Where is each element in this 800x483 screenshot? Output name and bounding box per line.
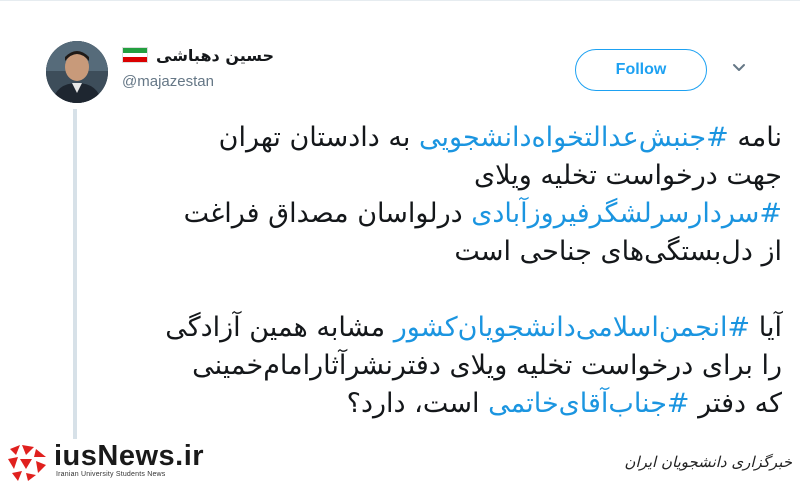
tweet-line: را برای درخواست تخلیه ویلای دفترنشرآثارا… (192, 350, 782, 381)
chevron-down-icon[interactable] (732, 61, 746, 75)
brand-persian-signature: خبرگزاری دانشجویان ایران (624, 453, 792, 471)
author-name[interactable]: حسین دهباشی (156, 46, 274, 65)
iusnews-logo-icon (6, 443, 48, 481)
hashtag-link[interactable]: #جنبش‌عدالتخواه‌دانشجویی (419, 122, 729, 153)
thread-line (73, 109, 77, 439)
hashtag-link[interactable]: #سردارسرلشگرفیروزآبادی (471, 198, 782, 229)
follow-button[interactable]: Follow (575, 49, 707, 91)
tweet-text-segment: به دادستان تهران (218, 122, 419, 153)
tweet-text: نامه #جنبش‌عدالتخواه‌دانشجویی به دادستان… (102, 119, 782, 423)
hashtag-link[interactable]: #انجمن‌اسلامی‌دانشجویان‌کشور (394, 312, 750, 343)
hashtag-link[interactable]: #جناب‌آقای‌خاتمی (488, 388, 689, 419)
tweet-text-segment: مشابه همین آزادگی (165, 312, 394, 343)
tweet-line: #سردارسرلشگرفیروزآبادی درلواسان مصداق فر… (102, 195, 782, 233)
iran-flag-icon (122, 47, 148, 63)
tweet-line: جهت درخواست تخلیه ویلای (473, 160, 782, 191)
tweet-line: از دل‌بستگی‌های جناحی است (454, 236, 782, 267)
tweet-line: نامه #جنبش‌عدالتخواه‌دانشجویی به دادستان… (102, 119, 782, 157)
avatar-photo-icon (46, 41, 108, 103)
tweet-card: حسین دهباشی @majazestan Follow نامه #جنب… (0, 0, 800, 483)
author-row: حسین دهباشی (122, 43, 274, 67)
tweet-text-segment: درلواسان مصداق فراغت (183, 198, 472, 229)
tweet-line: آیا #انجمن‌اسلامی‌دانشجویان‌کشور مشابه ه… (102, 309, 782, 347)
tweet-text-segment: آیا (750, 312, 782, 343)
tweet-text-segment: است، دارد؟ (346, 388, 489, 419)
tweet-line: که دفتر #جناب‌آقای‌خاتمی است، دارد؟ (102, 385, 782, 423)
avatar[interactable] (46, 41, 108, 103)
tweet-text-segment: که دفتر (689, 388, 782, 419)
tweet-text-segment: نامه (728, 122, 782, 153)
author-handle[interactable]: @majazestan (122, 73, 214, 90)
brand-subtitle: Iranian University Students News (56, 471, 166, 478)
brand-name: iusNews.ir (54, 440, 205, 472)
